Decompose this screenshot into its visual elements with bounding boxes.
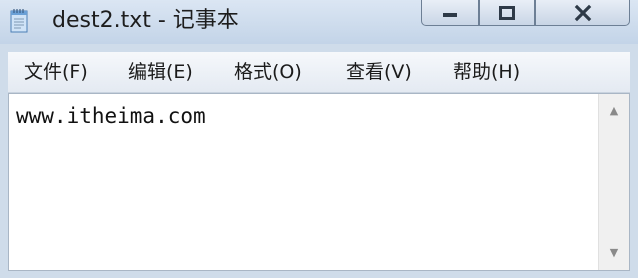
editor-content[interactable]: www.itheima.com [16, 104, 206, 128]
vertical-scrollbar[interactable]: ▲ ▼ [598, 94, 629, 270]
window-title: dest2.txt - 记事本 [52, 8, 239, 33]
title-bar[interactable]: dest2.txt - 记事本 [0, 0, 638, 44]
menu-help[interactable]: 帮助(H) [453, 59, 520, 85]
text-editor[interactable]: www.itheima.com ▲ ▼ [8, 93, 630, 271]
menu-format[interactable]: 格式(O) [234, 59, 302, 85]
menu-view[interactable]: 查看(V) [346, 59, 412, 85]
maximize-icon [499, 5, 515, 20]
close-icon [574, 4, 591, 21]
scroll-down-arrow-icon: ▼ [609, 245, 619, 259]
maximize-button[interactable] [479, 0, 535, 26]
menu-bar: 文件(F) 编辑(E) 格式(O) 查看(V) 帮助(H) [8, 52, 630, 93]
menu-edit[interactable]: 编辑(E) [128, 59, 193, 85]
scroll-down-button[interactable]: ▼ [599, 240, 629, 264]
scroll-up-button[interactable]: ▲ [599, 98, 629, 122]
notepad-icon [10, 9, 28, 33]
close-button[interactable] [535, 0, 630, 26]
notepad-window: dest2.txt - 记事本 文件(F) 编辑(E) 格式(O) 查看(V) … [0, 0, 638, 278]
scroll-up-arrow-icon: ▲ [609, 103, 619, 117]
menu-file[interactable]: 文件(F) [24, 59, 88, 85]
minimize-button[interactable] [421, 0, 479, 26]
minimize-icon [443, 12, 457, 17]
